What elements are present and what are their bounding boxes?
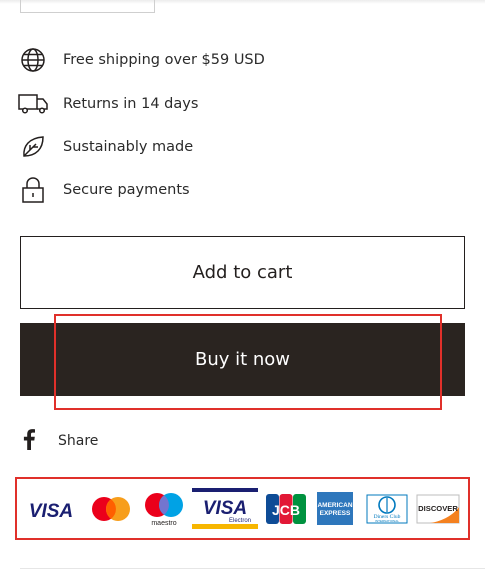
discover-icon: DISCOVER bbox=[416, 494, 460, 524]
american-express-icon: AMERICAN EXPRESS bbox=[317, 492, 353, 525]
add-to-cart-button[interactable]: Add to cart bbox=[20, 236, 465, 309]
jcb-icon: JCB bbox=[266, 494, 306, 524]
bottom-divider bbox=[20, 568, 485, 569]
visa-icon: VISA bbox=[29, 501, 73, 522]
feature-returns: Returns in 14 days bbox=[18, 89, 198, 119]
mastercard-icon bbox=[92, 497, 130, 521]
visa-electron-subtext: Electron bbox=[229, 518, 251, 524]
maestro-icon: maestro bbox=[145, 493, 183, 527]
feature-label: Returns in 14 days bbox=[63, 96, 199, 112]
feature-label: Sustainably made bbox=[63, 139, 194, 155]
amex-text-line1: AMERICAN bbox=[317, 502, 352, 509]
truck-icon bbox=[18, 89, 48, 119]
diners-text-line2: INTERNATIONAL bbox=[375, 519, 399, 523]
maestro-text: maestro bbox=[151, 520, 176, 527]
jcb-text: JCB bbox=[272, 502, 300, 518]
diners-club-icon: Diners Club INTERNATIONAL bbox=[366, 494, 408, 524]
feature-free-shipping: Free shipping over $59 USD bbox=[18, 45, 265, 75]
visa-text: VISA bbox=[29, 501, 73, 522]
feature-label: Secure payments bbox=[63, 182, 190, 198]
share-label: Share bbox=[58, 433, 99, 449]
visa-electron-icon: VISA Electron bbox=[192, 488, 258, 529]
visa-electron-text: VISA bbox=[203, 498, 247, 519]
feature-secure-payments: Secure payments bbox=[18, 175, 190, 205]
amex-text-line2: EXPRESS bbox=[320, 510, 351, 517]
feature-sustainable: Sustainably made bbox=[18, 132, 193, 162]
quantity-selector-edge bbox=[20, 0, 155, 13]
discover-text: DISCOVER bbox=[418, 504, 458, 513]
share-button[interactable]: Share bbox=[22, 428, 98, 454]
feature-label: Free shipping over $59 USD bbox=[63, 52, 265, 68]
buy-it-now-button[interactable]: Buy it now bbox=[20, 323, 465, 396]
lock-icon bbox=[18, 175, 48, 205]
facebook-icon bbox=[22, 428, 36, 454]
leaf-icon bbox=[18, 132, 48, 162]
globe-icon bbox=[18, 45, 48, 75]
